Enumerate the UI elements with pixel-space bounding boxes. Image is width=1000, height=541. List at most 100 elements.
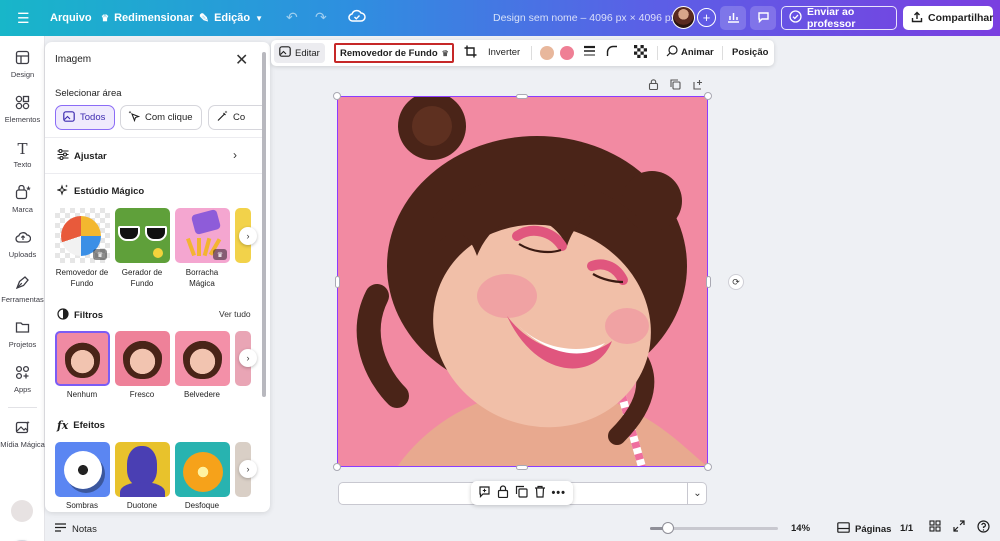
filter-none-thumb[interactable] [55, 331, 110, 386]
rail-item-elements[interactable]: Elementos [0, 95, 45, 124]
filters-title: Filtros [57, 308, 103, 323]
effect-duotone-thumb[interactable] [115, 442, 170, 497]
lock-icon[interactable] [497, 485, 509, 501]
chip-all[interactable]: Todos [55, 105, 115, 130]
file-menu[interactable]: Arquivo [50, 12, 92, 24]
chevron-down-icon: ▼ [255, 13, 264, 23]
rail-item-uploads[interactable]: Uploads [0, 230, 45, 259]
insights-button[interactable] [720, 6, 746, 30]
add-page-icon[interactable] [693, 79, 704, 93]
image-panel: Imagem ✕ Selecionar área Todos Com cliqu… [45, 42, 270, 512]
transparency-icon[interactable] [634, 45, 647, 61]
panel-scrollbar[interactable] [262, 52, 266, 397]
lock-icon[interactable] [648, 79, 659, 93]
scroll-right-button[interactable]: › [239, 460, 257, 478]
resize-menu[interactable]: ♛ Redimensionar [101, 12, 194, 24]
avatar[interactable] [672, 6, 695, 29]
zoom-level[interactable]: 14% [791, 523, 810, 534]
comments-button[interactable] [750, 6, 776, 30]
send-to-teacher-button[interactable]: Enviar ao professor [781, 6, 897, 30]
duplicate-icon[interactable] [515, 485, 528, 501]
notes-expand-button[interactable]: ⌄ [687, 482, 707, 505]
adjust-row[interactable]: Ajustar [57, 148, 107, 163]
chevron-right-icon[interactable]: › [233, 148, 237, 162]
rail-item-tools[interactable]: Ferramentas [0, 275, 45, 304]
color-swatch[interactable] [540, 46, 554, 60]
color-swatch[interactable] [560, 46, 574, 60]
apps-grid-icon [15, 365, 30, 383]
resize-handle-bottom-left[interactable] [333, 463, 341, 471]
zoom-slider-knob[interactable] [662, 522, 674, 534]
trash-icon[interactable] [534, 485, 546, 501]
rail-item-apps[interactable]: Apps [0, 365, 45, 394]
fullscreen-icon[interactable] [953, 520, 965, 535]
comment-icon [757, 11, 770, 26]
flip-button[interactable]: Inverter [488, 47, 520, 58]
sunglasses-image [118, 226, 167, 242]
undo-icon[interactable]: ↶ [286, 9, 298, 26]
resize-handle-top-left[interactable] [333, 92, 341, 100]
filters-label: Filtros [74, 310, 104, 321]
grid-view-icon[interactable] [929, 520, 941, 535]
bg-remover-thumb[interactable]: ♛ [55, 208, 110, 263]
help-icon[interactable] [977, 520, 990, 536]
border-style-icon[interactable] [583, 45, 596, 60]
more-options-icon[interactable]: ••• [551, 487, 566, 499]
resize-menu-label: Redimensionar [114, 12, 194, 24]
share-button[interactable]: Compartilhar [903, 6, 993, 30]
document-title[interactable]: Design sem nome – 4096 px × 4096 px [493, 12, 676, 24]
see-all-filters-link[interactable]: Ver tudo [219, 309, 251, 319]
effect-blur-thumb[interactable] [175, 442, 230, 497]
page-count: 1/1 [900, 523, 914, 534]
duplicate-icon[interactable] [670, 79, 681, 93]
close-icon[interactable]: ✕ [235, 50, 248, 70]
rail-item-projects[interactable]: Projetos [0, 320, 45, 349]
add-collaborator-button[interactable]: + [697, 8, 716, 27]
thumb-label: Belvedere [183, 390, 221, 399]
chip-click[interactable]: Com clique [120, 105, 202, 130]
scroll-right-button[interactable]: › [239, 349, 257, 367]
background-remover-button[interactable]: Removedor de Fundo ♛ [334, 43, 454, 63]
resize-handle-top-right[interactable] [704, 92, 712, 100]
menu-icon[interactable]: ☰ [17, 10, 30, 27]
position-button[interactable]: Posição [732, 47, 768, 58]
crop-icon[interactable] [464, 45, 477, 61]
edit-image-button[interactable]: Editar [274, 43, 325, 63]
effect-shadows-thumb[interactable] [55, 442, 110, 497]
rail-item-text[interactable]: T Texto [0, 140, 45, 169]
rotate-icon: ⟳ [732, 276, 740, 287]
cloud-sync-icon[interactable] [348, 9, 366, 26]
comment-add-icon[interactable] [478, 485, 491, 501]
portrait-image [57, 333, 108, 384]
redo-icon[interactable]: ↷ [315, 9, 327, 26]
pages-button[interactable]: Páginas [837, 522, 891, 536]
edit-image-label: Editar [295, 47, 320, 59]
animate-button[interactable]: Animar [681, 47, 714, 58]
filter-fresco-thumb[interactable] [115, 331, 170, 386]
rotate-button[interactable]: ⟳ [728, 274, 744, 290]
rail-item-magic-media[interactable]: Mídia Mágica [0, 420, 45, 449]
filter-belvedere-thumb[interactable] [175, 331, 230, 386]
bg-generator-thumb[interactable] [115, 208, 170, 263]
resize-handle-bottom[interactable] [516, 465, 528, 470]
edit-menu[interactable]: ✎ Edição ▼ [199, 11, 263, 25]
resize-handle-top[interactable] [516, 94, 528, 99]
chip-brush[interactable]: Co [208, 105, 263, 130]
notes-button[interactable]: Notas [54, 522, 97, 536]
scroll-right-button[interactable]: › [239, 227, 257, 245]
resize-handle-bottom-right[interactable] [704, 463, 712, 471]
rail-label: Uploads [8, 250, 37, 259]
panel-title: Imagem [55, 54, 92, 65]
toolbar-divider [722, 46, 723, 60]
corner-rounding-icon[interactable] [606, 45, 618, 60]
animate-icon[interactable] [666, 45, 678, 60]
resize-handle-left[interactable] [335, 276, 340, 288]
chevron-right-icon: › [246, 464, 250, 474]
resize-handle-right[interactable] [706, 276, 711, 288]
rail-item-brand[interactable]: Marca [0, 184, 45, 214]
rail-avatar-placeholder[interactable] [11, 500, 33, 522]
magic-eraser-thumb[interactable]: ♛ [175, 208, 230, 263]
chip-all-label: Todos [80, 112, 106, 123]
sparkles-icon [56, 184, 69, 199]
rail-item-design[interactable]: Design [0, 50, 45, 79]
